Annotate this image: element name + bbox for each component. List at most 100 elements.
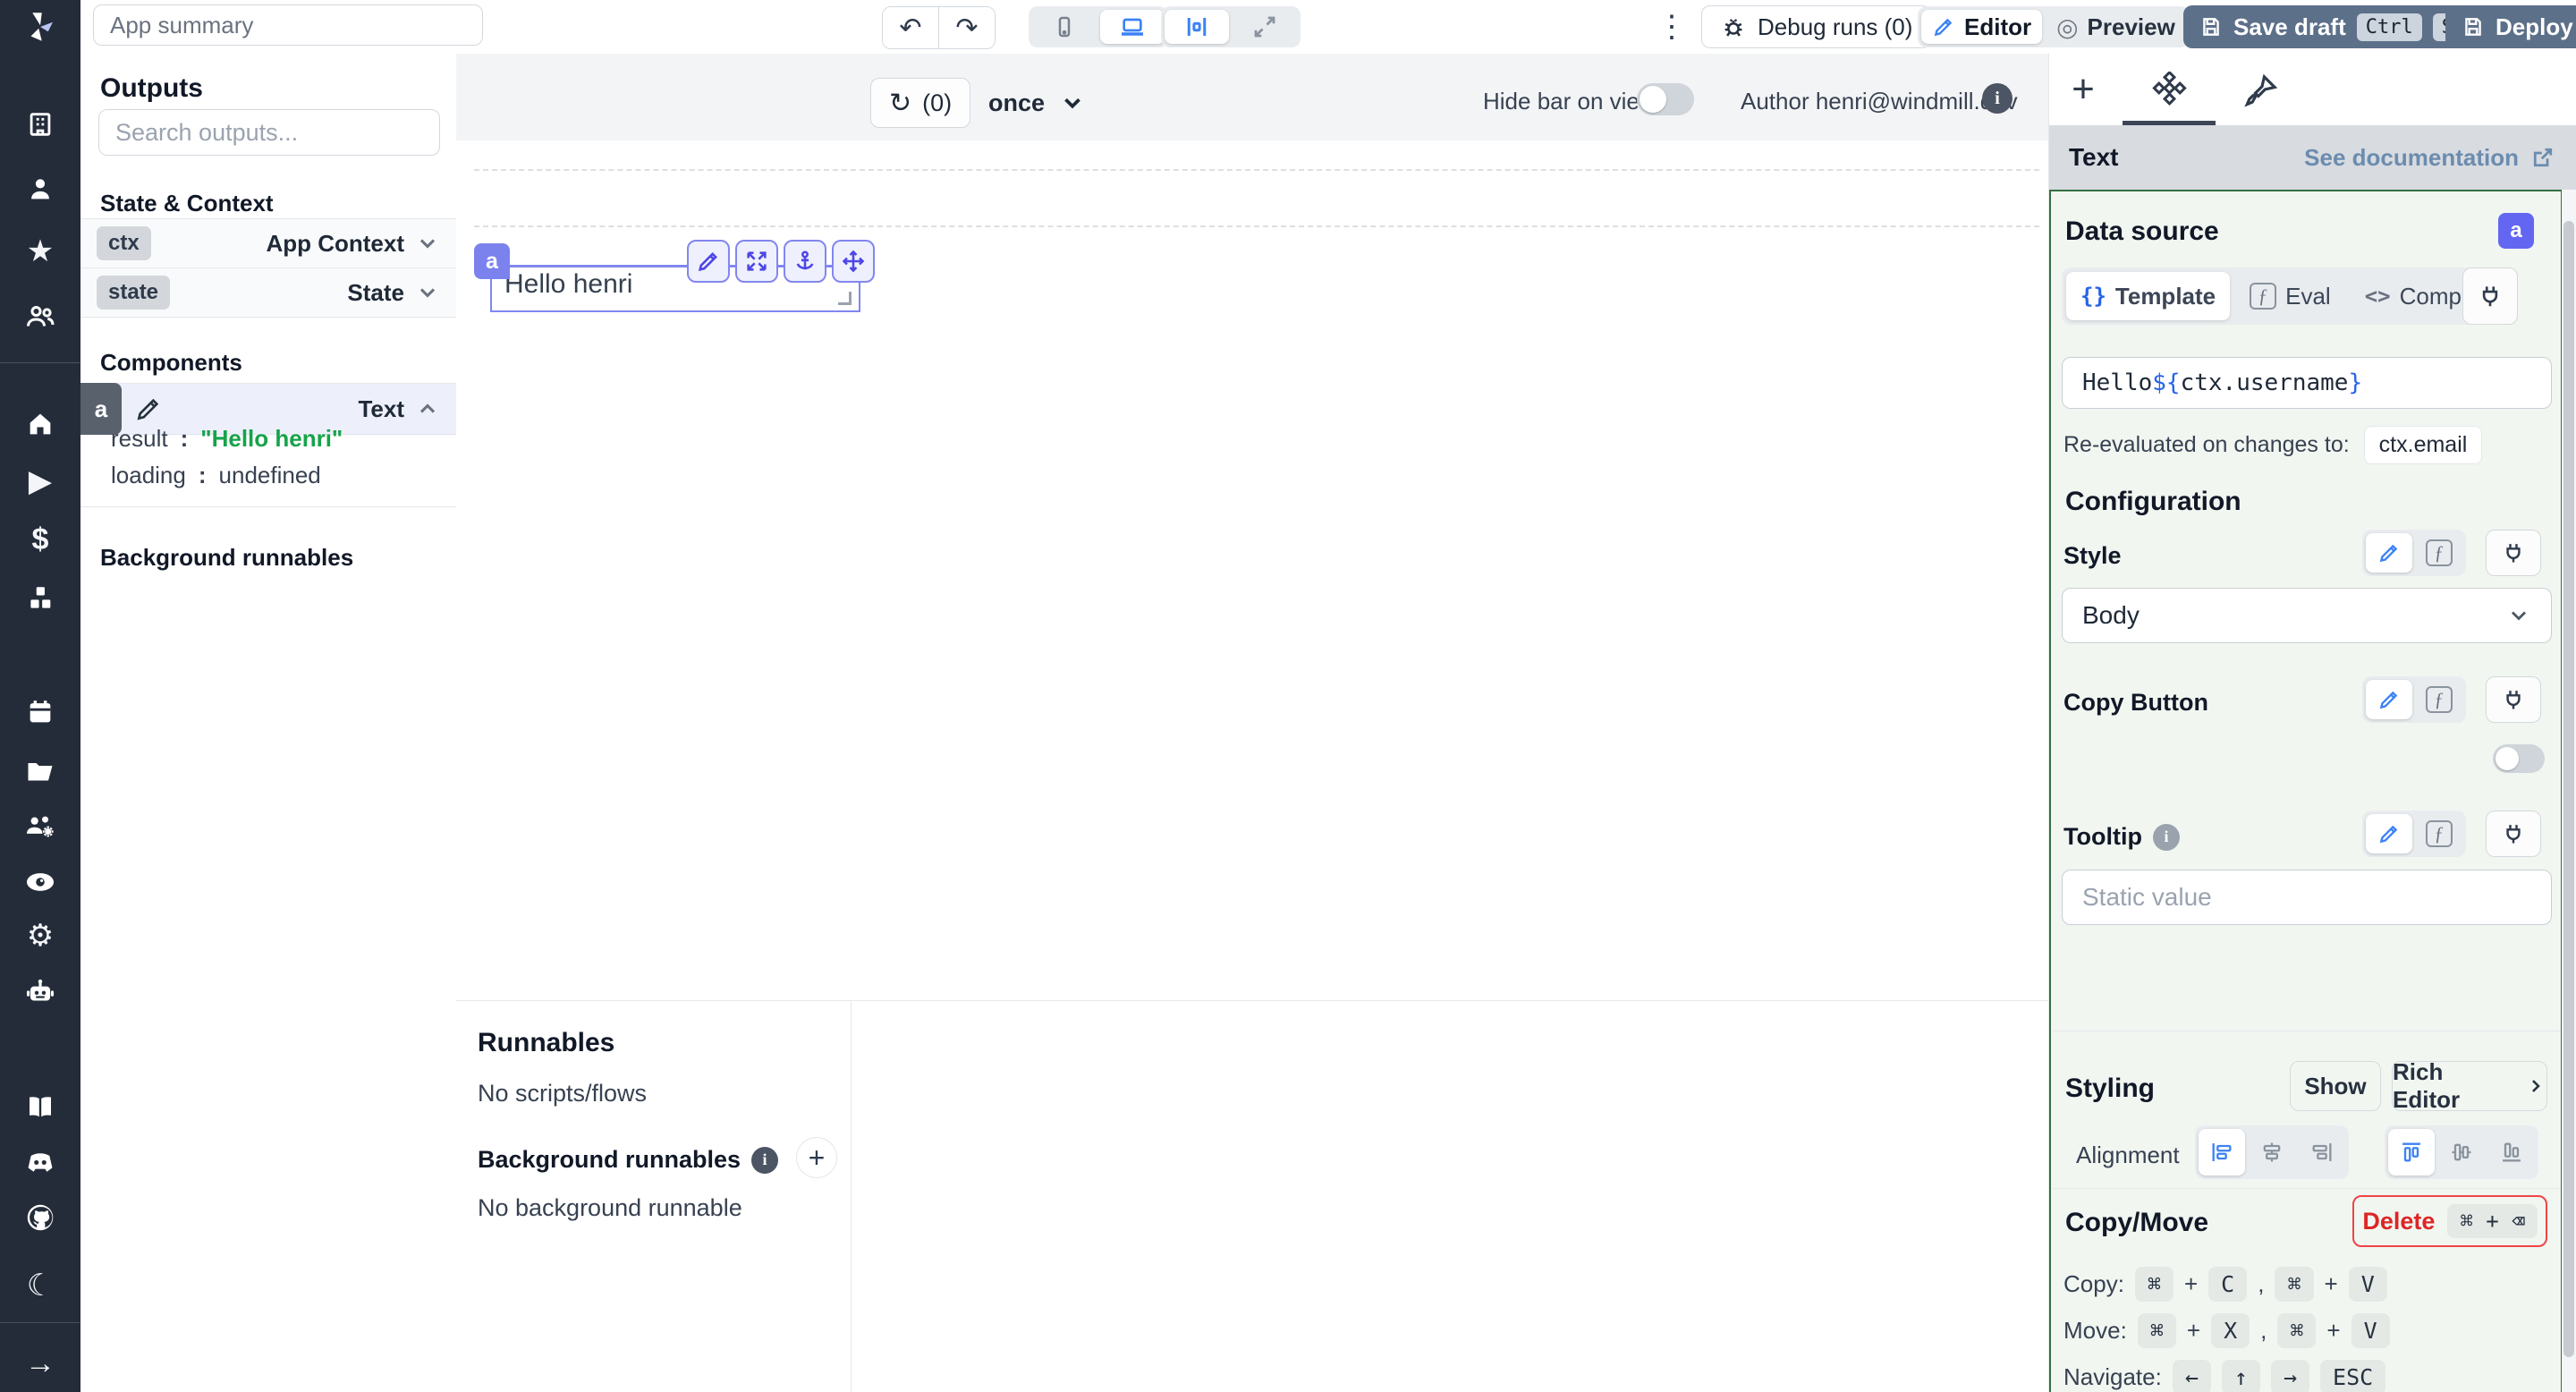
settings-icon[interactable]: ⚙: [0, 914, 80, 957]
fn-glyph: ƒ: [2258, 284, 2268, 307]
tooltip-static-button[interactable]: [2366, 814, 2412, 853]
info-icon[interactable]: i: [751, 1146, 779, 1174]
anchor-icon: [796, 250, 814, 270]
copy-button-static-button[interactable]: [2366, 680, 2412, 719]
colon: :: [180, 425, 189, 452]
align-right-icon: [2312, 1143, 2332, 1161]
global-styling-tab[interactable]: [2239, 66, 2285, 113]
code-expr: ctx.username: [2180, 369, 2349, 396]
github-icon[interactable]: [0, 1196, 80, 1239]
code-open: ${: [2152, 369, 2181, 396]
more-options-button[interactable]: ⋮: [1657, 9, 1687, 45]
colon: :: [198, 462, 207, 488]
tooltip-eval-button[interactable]: ƒ: [2416, 814, 2462, 853]
schedule-dropdown[interactable]: once: [988, 78, 1086, 128]
home-icon[interactable]: [0, 403, 80, 446]
template-input[interactable]: Hello ${ctx.username}: [2062, 357, 2552, 409]
kebab-icon: ⋮: [1657, 10, 1687, 44]
windmill-logo[interactable]: [0, 0, 80, 54]
state-row[interactable]: state State: [80, 267, 456, 318]
app-canvas[interactable]: Hello henri a: [456, 140, 2048, 1000]
connect-plug-button[interactable]: [2462, 267, 2518, 325]
resources-icon[interactable]: [0, 577, 80, 620]
redo-button[interactable]: ↷: [938, 7, 995, 48]
author-info-icon[interactable]: i: [1982, 83, 2012, 114]
save-draft-button[interactable]: Save draft Ctrl S: [2183, 5, 2479, 48]
editor-tab[interactable]: Editor: [1921, 10, 2043, 44]
preview-tab[interactable]: ◎ Preview: [2046, 10, 2186, 44]
ai-assistant-icon[interactable]: [0, 971, 80, 1014]
template-tab[interactable]: {} Template: [2066, 272, 2231, 320]
refresh-button[interactable]: ↻ (0): [870, 78, 971, 128]
align-top-icon: [2402, 1142, 2420, 1162]
centered-layout-button[interactable]: [1165, 10, 1229, 44]
align-right-button[interactable]: [2299, 1129, 2345, 1176]
debug-runs-button[interactable]: Debug runs (0): [1701, 5, 1932, 48]
insert-component-tab[interactable]: +: [2060, 66, 2106, 113]
plus-sep: +: [2326, 1317, 2341, 1344]
desktop-view-button[interactable]: [1100, 10, 1165, 44]
mobile-view-button[interactable]: [1032, 10, 1097, 44]
workers-icon[interactable]: [0, 805, 80, 848]
style-static-button[interactable]: [2366, 533, 2412, 573]
move-component-button[interactable]: [832, 240, 875, 283]
workspace-icon[interactable]: [0, 103, 80, 146]
copy-button-toggle[interactable]: [2493, 744, 2545, 773]
runs-icon[interactable]: ▶: [0, 460, 80, 503]
show-styling-button[interactable]: Show: [2290, 1061, 2381, 1111]
docs-icon[interactable]: [0, 1085, 80, 1128]
settings-scrollbar[interactable]: [2562, 190, 2576, 1392]
audit-logs-icon[interactable]: [0, 861, 80, 904]
align-top-button[interactable]: [2388, 1129, 2435, 1176]
ctx-row[interactable]: ctx App Context: [80, 218, 456, 268]
chevron-down-icon[interactable]: [415, 280, 440, 305]
style-select[interactable]: Body: [2062, 588, 2552, 643]
eval-tab[interactable]: ƒ Eval: [2235, 272, 2345, 320]
discord-icon[interactable]: [0, 1141, 80, 1184]
edit-component-button[interactable]: [687, 240, 730, 283]
style-eval-button[interactable]: ƒ: [2416, 533, 2462, 573]
fullscreen-button[interactable]: [1233, 10, 1297, 44]
style-plug-button[interactable]: [2486, 530, 2541, 576]
delete-component-button[interactable]: Delete ⌘ + ⌫: [2352, 1195, 2547, 1247]
plug-icon: [2506, 825, 2521, 844]
undo-button[interactable]: ↶: [883, 7, 938, 48]
chevron-down-icon[interactable]: [415, 231, 440, 256]
expand-sidebar-icon[interactable]: →: [0, 1342, 80, 1385]
tooltip-info-icon[interactable]: i: [2152, 823, 2180, 851]
groups-icon[interactable]: [0, 295, 80, 338]
variables-icon[interactable]: $: [0, 518, 80, 561]
rich-editor-button[interactable]: Rich Editor: [2392, 1058, 2547, 1113]
expand-component-button[interactable]: [735, 240, 778, 283]
copy-button-plug-button[interactable]: [2486, 676, 2541, 723]
scrollbar-thumb[interactable]: [2563, 221, 2574, 1357]
app-summary-input[interactable]: [93, 4, 483, 46]
tooltip-plug-button[interactable]: [2486, 811, 2541, 857]
user-icon[interactable]: [0, 167, 80, 210]
folders-icon[interactable]: [0, 750, 80, 793]
editor-label: Editor: [1964, 13, 2032, 40]
see-documentation-link[interactable]: See documentation: [2304, 144, 2556, 172]
align-middle-button[interactable]: [2438, 1129, 2485, 1176]
component-settings-tab[interactable]: [2146, 66, 2192, 113]
rename-pencil-icon[interactable]: [134, 395, 163, 423]
anchor-component-button[interactable]: [784, 240, 826, 283]
search-outputs-input[interactable]: [98, 109, 440, 156]
state-context-title: State & Context: [100, 190, 274, 216]
resize-handle[interactable]: [838, 292, 852, 305]
align-bottom-button[interactable]: [2488, 1129, 2535, 1176]
dark-mode-icon[interactable]: ☾: [0, 1264, 80, 1307]
tooltip-input[interactable]: [2062, 870, 2552, 925]
favorites-icon[interactable]: ★: [0, 230, 80, 273]
add-background-runnable-button[interactable]: +: [796, 1137, 837, 1178]
align-center-horizontal-button[interactable]: [2249, 1129, 2295, 1176]
align-left-button[interactable]: [2199, 1129, 2245, 1176]
copy-button-label-text: Copy Button: [2063, 689, 2208, 716]
schedules-icon[interactable]: [0, 691, 80, 734]
deploy-button[interactable]: Deploy: [2445, 5, 2576, 48]
chevron-up-icon[interactable]: [415, 396, 440, 421]
hide-bar-toggle[interactable]: [1637, 83, 1694, 115]
copy-button-eval-button[interactable]: ƒ: [2416, 680, 2462, 719]
reeval-dependency-chip[interactable]: ctx.email: [2363, 426, 2483, 464]
save-icon: [2203, 18, 2219, 36]
